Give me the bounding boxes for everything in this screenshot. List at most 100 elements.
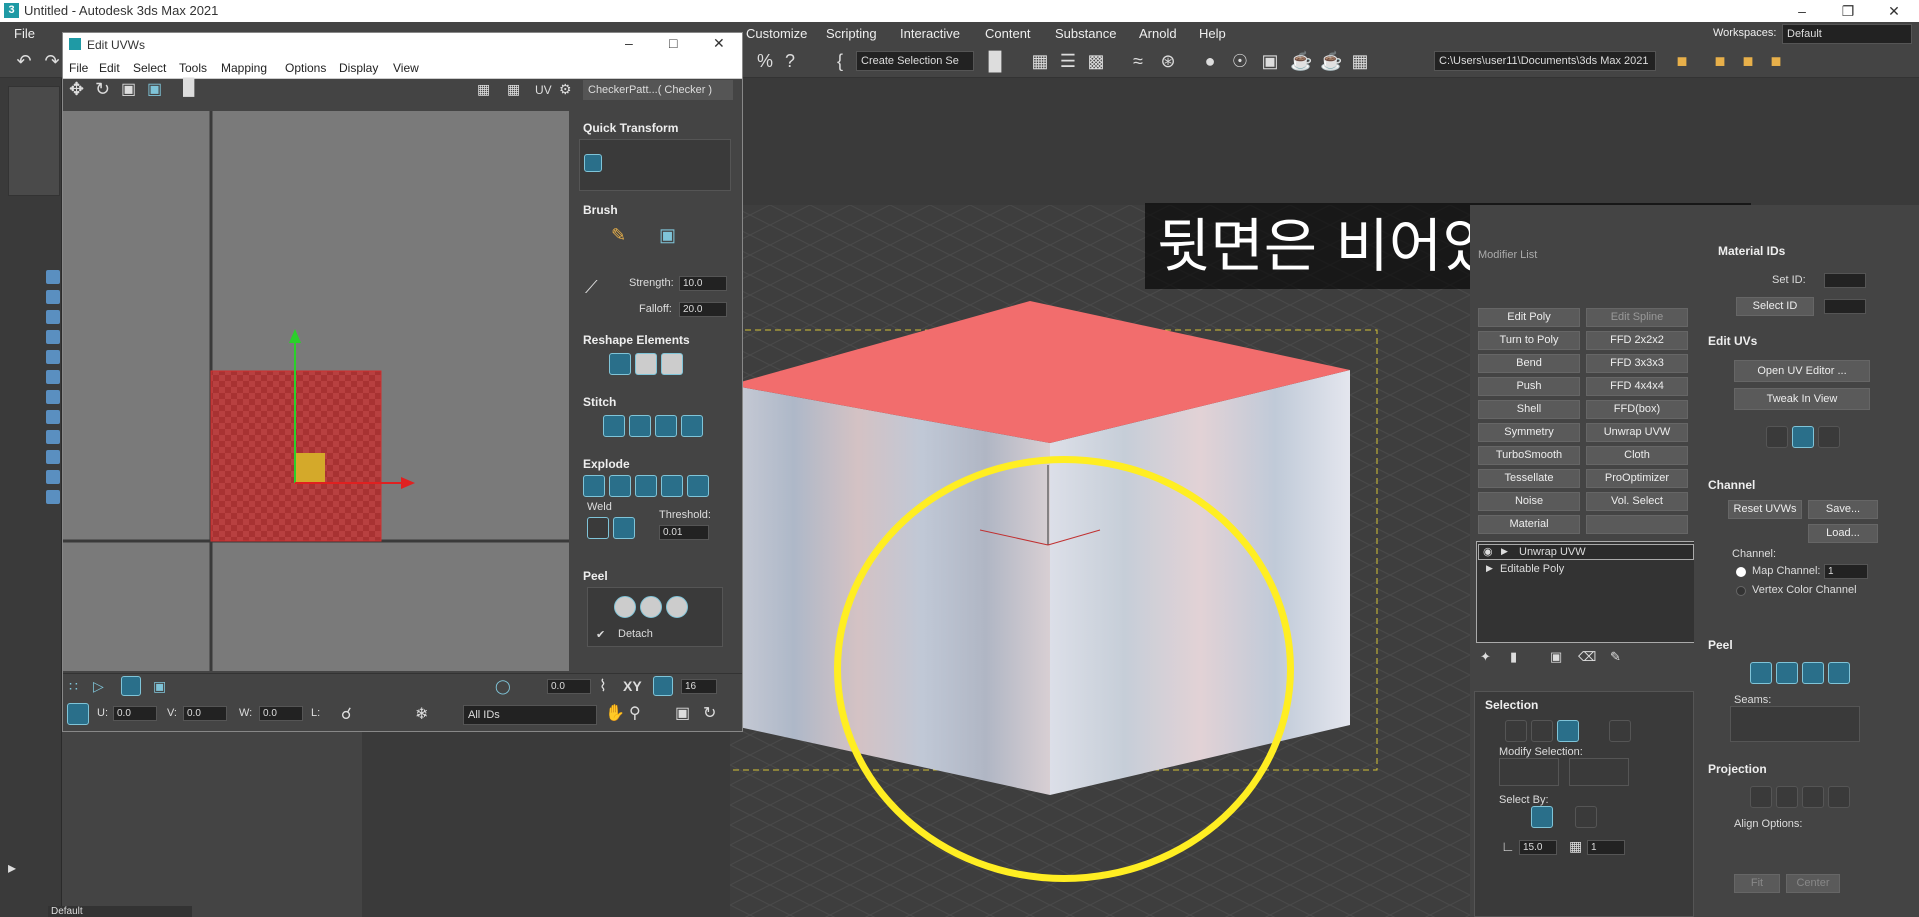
workspaces-dropdown[interactable]: Default bbox=[1782, 24, 1912, 44]
mod-btn-bend[interactable]: Bend bbox=[1478, 354, 1580, 373]
dlg-menu-select[interactable]: Select bbox=[133, 61, 166, 75]
explode-title[interactable]: Explode bbox=[583, 457, 630, 471]
left-tool-icon-10[interactable] bbox=[46, 450, 60, 464]
spinner-snap-icon[interactable]: ? bbox=[780, 51, 800, 71]
dlg-menu-file[interactable]: File bbox=[69, 61, 88, 75]
mod-btn-unwrap-uvw[interactable]: Unwrap UVW bbox=[1586, 423, 1688, 442]
mod-btn-material[interactable]: Material bbox=[1478, 515, 1580, 534]
mod-btn-noise[interactable]: Noise bbox=[1478, 492, 1580, 511]
expand-icon[interactable]: ▶ bbox=[1501, 546, 1508, 557]
stitch-icon-1[interactable] bbox=[603, 415, 625, 437]
left-tool-icon-12[interactable] bbox=[46, 490, 60, 504]
detach-checkbox[interactable]: ✔ bbox=[596, 628, 605, 641]
dlg-menu-options[interactable]: Options bbox=[285, 61, 326, 75]
weld-icon-1[interactable] bbox=[587, 517, 609, 539]
spherical-map-icon[interactable] bbox=[1802, 786, 1824, 808]
quick-transform-title[interactable]: Quick Transform bbox=[583, 121, 678, 135]
explode-icon-4[interactable] bbox=[661, 475, 683, 497]
select-by-seam-icon[interactable] bbox=[1575, 806, 1597, 828]
dialog-close-button[interactable]: ✕ bbox=[713, 35, 725, 52]
pan-icon[interactable]: ✋ bbox=[605, 703, 625, 723]
explode-icon-2[interactable] bbox=[609, 475, 631, 497]
brush-line-icon[interactable]: ⟋ bbox=[585, 277, 598, 298]
material-ids-title[interactable]: Material IDs bbox=[1718, 244, 1785, 258]
dlg-menu-view[interactable]: View bbox=[393, 61, 419, 75]
zoom-icon[interactable]: ⚲ bbox=[629, 703, 641, 723]
polygon-select-icon[interactable] bbox=[1557, 720, 1579, 742]
mod-btn-shell[interactable]: Shell bbox=[1478, 400, 1580, 419]
box-map-icon[interactable] bbox=[1828, 786, 1850, 808]
ring-loop-group[interactable] bbox=[1569, 758, 1629, 786]
peel-tool-icon-1[interactable] bbox=[614, 596, 636, 618]
freeform-icon[interactable]: ▣ bbox=[147, 79, 162, 99]
configure-sets-icon[interactable]: ✎ bbox=[1610, 649, 1621, 665]
menu-help[interactable]: Help bbox=[1199, 26, 1226, 41]
project-folder-icon-3[interactable]: ■ bbox=[1738, 51, 1758, 71]
center-button[interactable]: Center bbox=[1786, 874, 1840, 893]
dialog-maximize-button[interactable]: □ bbox=[669, 35, 677, 51]
dlg-menu-display[interactable]: Display bbox=[339, 61, 378, 75]
menu-content[interactable]: Content bbox=[985, 26, 1031, 41]
project-folder-icon-4[interactable]: ■ bbox=[1766, 51, 1786, 71]
left-tool-icon-4[interactable] bbox=[46, 330, 60, 344]
menu-scripting[interactable]: Scripting bbox=[826, 26, 877, 41]
save-button[interactable]: Save... bbox=[1808, 500, 1878, 519]
seams-group[interactable] bbox=[1730, 706, 1860, 742]
explode-icon-5[interactable] bbox=[687, 475, 709, 497]
transform-icon[interactable] bbox=[584, 154, 602, 172]
menu-customize[interactable]: Customize bbox=[746, 26, 807, 41]
angle-spinner[interactable]: 0.0 bbox=[547, 679, 591, 694]
ids-dropdown[interactable]: All IDs bbox=[463, 705, 597, 725]
scale-icon[interactable]: ▣ bbox=[121, 79, 136, 99]
peel-icon-1[interactable] bbox=[1750, 662, 1772, 684]
dialog-minimize-button[interactable]: – bbox=[625, 35, 633, 51]
left-tool-icon-5[interactable] bbox=[46, 350, 60, 364]
dlg-menu-edit[interactable]: Edit bbox=[99, 61, 120, 75]
mirror-icon[interactable]: █ bbox=[183, 79, 194, 97]
face-mode-icon[interactable] bbox=[121, 676, 141, 696]
mod-btn-ffd-4x4x4[interactable]: FFD 4x4x4 bbox=[1586, 377, 1688, 396]
stack-item-unwrap-uvw[interactable]: ◉ ▶ Unwrap UVW bbox=[1478, 544, 1694, 560]
left-tool-icon-11[interactable] bbox=[46, 470, 60, 484]
selection-title[interactable]: Selection bbox=[1485, 698, 1538, 712]
uv-label[interactable]: UV bbox=[535, 83, 552, 97]
named-selection-icon[interactable]: { bbox=[830, 51, 850, 71]
menu-interactive[interactable]: Interactive bbox=[900, 26, 960, 41]
curve-icon[interactable]: ⌇ bbox=[599, 676, 607, 696]
peel-icon-3[interactable] bbox=[1802, 662, 1824, 684]
brush-relax-icon[interactable]: ▣ bbox=[659, 225, 676, 246]
minimize-button[interactable]: – bbox=[1779, 0, 1825, 22]
checker-toggle-icon[interactable]: ▦ bbox=[477, 81, 490, 98]
mod-btn-empty[interactable] bbox=[1586, 515, 1688, 534]
map-channel-spinner[interactable]: 1 bbox=[1824, 564, 1868, 579]
percent-snap-icon[interactable]: % bbox=[755, 51, 775, 71]
dlg-menu-mapping[interactable]: Mapping bbox=[221, 61, 267, 75]
xy-toggle[interactable]: XY bbox=[623, 678, 642, 694]
cylindrical-map-icon[interactable] bbox=[1776, 786, 1798, 808]
make-unique-icon[interactable]: ▣ bbox=[1550, 649, 1562, 665]
stitch-icon-4[interactable] bbox=[681, 415, 703, 437]
pin-stack-icon[interactable]: ✦ bbox=[1480, 649, 1491, 665]
edit-uvs-title[interactable]: Edit UVs bbox=[1708, 334, 1757, 348]
element-select-icon[interactable] bbox=[1609, 720, 1631, 742]
vertex-select-icon[interactable] bbox=[1505, 720, 1527, 742]
edge-select-icon[interactable] bbox=[1531, 720, 1553, 742]
redo-icon[interactable]: ↷ bbox=[42, 51, 62, 71]
mod-btn-cloth[interactable]: Cloth bbox=[1586, 446, 1688, 465]
rotate-icon[interactable]: ↻ bbox=[95, 79, 110, 100]
dlg-menu-tools[interactable]: Tools bbox=[179, 61, 207, 75]
peel-tool-icon-3[interactable] bbox=[666, 596, 688, 618]
schematic-view-icon[interactable]: ⊛ bbox=[1158, 51, 1178, 71]
mirror-icon[interactable]: █ bbox=[985, 51, 1005, 71]
uv-tool-icon-3[interactable] bbox=[1818, 426, 1840, 448]
brush-paint-icon[interactable]: ✎ bbox=[611, 225, 626, 246]
render-frame-icon[interactable]: ▣ bbox=[1260, 51, 1280, 71]
reshape-title[interactable]: Reshape Elements bbox=[583, 333, 690, 347]
restore-button[interactable]: ❐ bbox=[1825, 0, 1871, 22]
menu-substance[interactable]: Substance bbox=[1055, 26, 1116, 41]
fit-button[interactable]: Fit bbox=[1734, 874, 1780, 893]
stitch-title[interactable]: Stitch bbox=[583, 395, 616, 409]
uv-tool-icon-1[interactable] bbox=[1766, 426, 1788, 448]
selection-set-dropdown[interactable]: Create Selection Se bbox=[856, 51, 974, 71]
planar-map-icon[interactable] bbox=[1750, 786, 1772, 808]
